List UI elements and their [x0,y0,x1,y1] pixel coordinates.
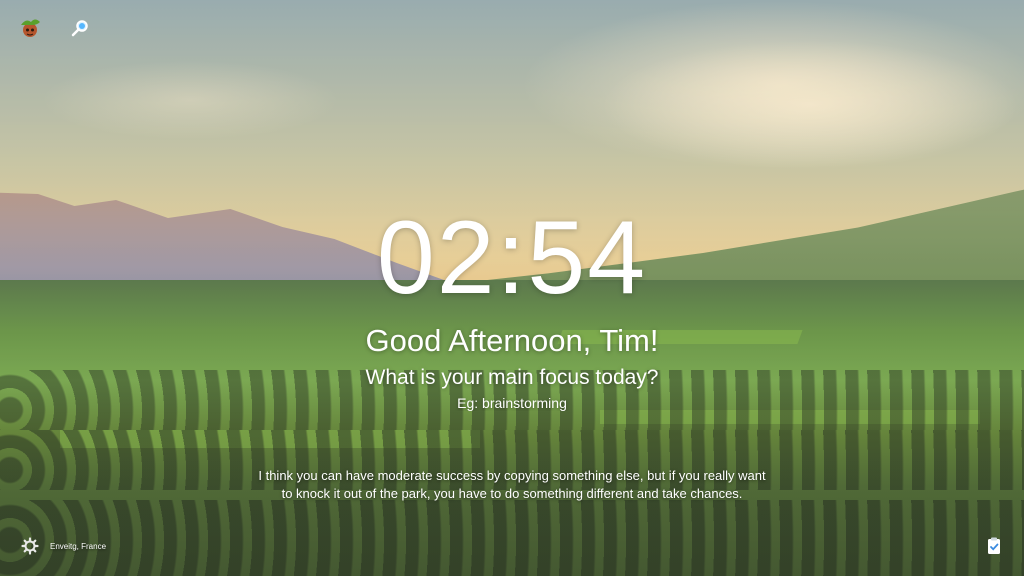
profile-avatar-icon[interactable] [18,16,42,40]
bottom-left-bar: Enveitg, France [18,534,106,558]
bottom-right-bar [982,534,1006,558]
focus-input[interactable] [380,394,644,412]
daily-quote: I think you can have moderate success by… [258,468,766,501]
main-center: 02:54 Good Afternoon, Tim! What is your … [0,206,1024,412]
focus-question: What is your main focus today? [365,366,659,389]
settings-gear-icon[interactable] [18,534,42,558]
todo-clipboard-icon[interactable] [982,534,1006,558]
greeting: Good Afternoon, Tim! [365,323,659,358]
background-location[interactable]: Enveitg, France [50,542,106,551]
top-left-toolbar [18,16,92,40]
search-icon[interactable] [68,16,92,40]
clock: 02:54 [376,200,648,316]
